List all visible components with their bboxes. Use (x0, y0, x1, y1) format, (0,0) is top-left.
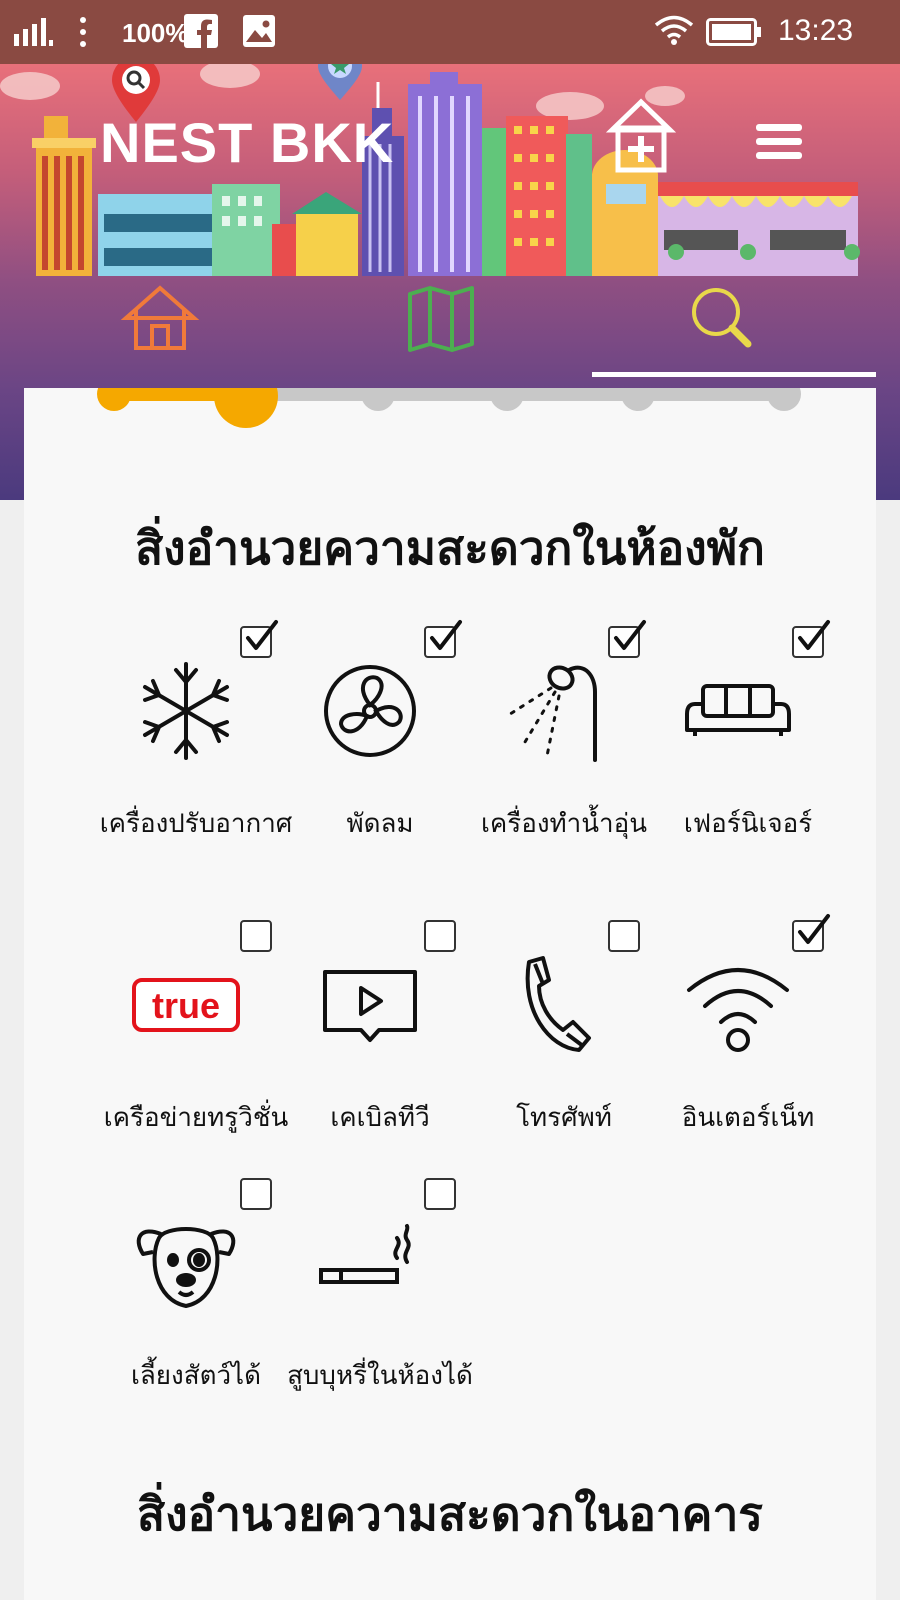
amenity-checkbox[interactable] (608, 620, 646, 658)
battery-icon (706, 18, 761, 46)
app-title: NEST BKK (100, 111, 395, 174)
battery-percent: 100% (122, 18, 189, 48)
tab-search[interactable] (686, 284, 776, 364)
amenity-item[interactable]: เครื่องทำน้ำอุ่น (474, 620, 664, 896)
amenity-checkbox[interactable] (424, 1178, 456, 1210)
amenity-checkbox[interactable] (424, 620, 462, 658)
active-tab-indicator (592, 372, 876, 377)
amenity-label: เคเบิลทีวี (330, 1103, 430, 1133)
true-logo: true (131, 950, 241, 1060)
menu-icon[interactable] (756, 124, 802, 160)
amenity-item[interactable]: โทรศัพท์ (474, 920, 664, 1190)
amenity-label: เลี้ยงสัตว์ได้ (130, 1361, 262, 1391)
step-5 (621, 388, 655, 411)
amenity-label: สูบบุหรี่ในห้องได้ (287, 1361, 473, 1391)
phone-icon (499, 950, 609, 1060)
signal-icon (14, 18, 53, 46)
tab-home[interactable] (120, 284, 210, 364)
progress-stepper (97, 388, 801, 428)
amenity-item[interactable]: พัดลม (290, 620, 480, 896)
city-skyline-illustration (0, 64, 860, 276)
search-icon (692, 288, 752, 348)
image-icon (243, 15, 275, 47)
amenity-item[interactable]: true เครือข่ายทรูวิชั่น (104, 920, 296, 1190)
add-listing-icon[interactable] (606, 98, 676, 174)
amenity-item[interactable]: เฟอร์นิเจอร์ (658, 620, 848, 896)
step-6 (767, 388, 801, 411)
sofa-icon (683, 656, 793, 766)
amenity-label: เครือข่ายทรูวิชั่น (103, 1103, 289, 1133)
amenity-item[interactable]: อินเตอร์เน็ท (658, 914, 848, 1190)
clock: 13:23 (778, 14, 854, 47)
amenity-checkbox[interactable] (240, 920, 272, 952)
step-3 (361, 388, 395, 411)
tv-icon (315, 950, 425, 1060)
status-bar: 100% 13:23 (0, 0, 900, 64)
home-icon (120, 285, 200, 350)
amenity-label: อินเตอร์เน็ท (681, 1103, 815, 1133)
water-heater-icon (499, 656, 609, 766)
amenity-checkbox[interactable] (792, 914, 830, 952)
amenity-item[interactable]: เคเบิลทีวี (290, 920, 480, 1190)
amenity-item[interactable]: เลี้ยงสัตว์ได้ (106, 1178, 296, 1448)
form-card: สิ่งอำนวยความสะดวกในห้องพัก เครื่องปรับอ… (24, 388, 876, 1600)
step-4 (490, 388, 524, 411)
room-amenities-title: สิ่งอำนวยความสะดวกในห้องพัก (135, 521, 765, 575)
wifi-icon (683, 950, 793, 1060)
amenity-label: โทรศัพท์ (516, 1103, 612, 1133)
amenity-checkbox[interactable] (240, 1178, 272, 1210)
amenity-label: พัดลม (346, 809, 414, 839)
amenity-item[interactable]: เครื่องปรับอากาศ (100, 620, 296, 896)
cigarette-icon (315, 1208, 425, 1318)
amenity-checkbox[interactable] (240, 620, 278, 658)
amenity-label: เฟอร์นิเจอร์ (683, 809, 813, 839)
building-amenities-title: สิ่งอำนวยความสะดวกในอาคาร (137, 1487, 763, 1541)
amenity-checkbox[interactable] (608, 920, 640, 952)
step-1 (97, 388, 131, 411)
wifi-status-icon (654, 15, 694, 45)
map-icon (408, 286, 474, 352)
fan-icon (315, 656, 425, 766)
amenity-label: เครื่องปรับอากาศ (99, 809, 293, 839)
amenity-checkbox[interactable] (424, 920, 456, 952)
more-icon (80, 17, 86, 47)
amenity-checkbox[interactable] (792, 620, 830, 658)
amenity-item[interactable]: สูบบุหรี่ในห้องได้ (287, 1178, 480, 1448)
dog-icon (131, 1208, 241, 1318)
air-conditioner-icon (131, 656, 241, 766)
tab-map[interactable] (404, 284, 494, 364)
true-logo-text: true (152, 985, 220, 1026)
amenity-label: เครื่องทำน้ำอุ่น (480, 809, 648, 839)
step-2 (214, 388, 278, 428)
facebook-icon (184, 14, 218, 48)
